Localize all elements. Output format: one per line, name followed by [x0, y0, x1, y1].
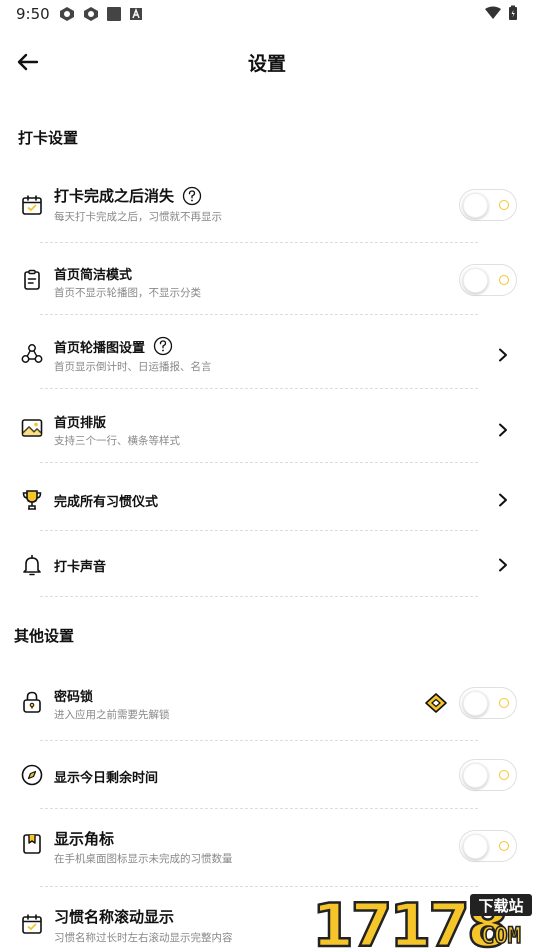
divider: [40, 808, 478, 809]
setting-title: 习惯名称滚动显示: [54, 908, 175, 926]
setting-title: 显示今日剩余时间: [54, 771, 159, 786]
toggle-knob: [463, 833, 488, 859]
vip-diamond-icon: [425, 693, 447, 713]
app-bar: 设置: [0, 40, 534, 84]
wifi-icon: [485, 6, 501, 19]
setting-subtitle: 首页不显示轮播图，不显示分类: [54, 287, 201, 299]
setting-title-text: 打卡完成之后消失: [54, 187, 175, 205]
status-time: 9:50: [16, 5, 50, 23]
calendar-check-icon: [22, 195, 42, 215]
battery-icon: [509, 5, 517, 20]
divider: [40, 388, 478, 389]
toggle-knob: [463, 762, 488, 788]
compass-icon: [21, 764, 43, 786]
page-title: 设置: [247, 53, 286, 75]
toggle-knob: [463, 267, 488, 293]
trophy-icon: [22, 490, 42, 510]
share-nodes-icon: [21, 344, 43, 363]
toggle-off-indicator: [499, 200, 509, 210]
setting-row-badge: 显示角标 在手机桌面图标显示未完成的习惯数量: [0, 820, 534, 876]
divider: [40, 886, 478, 887]
setting-row-layout[interactable]: 首页排版 支持三个一行、横条等样式: [0, 404, 534, 462]
divider: [40, 530, 478, 531]
calendar-check-icon: [22, 914, 42, 934]
setting-subtitle: 支持三个一行、横条等样式: [54, 435, 180, 447]
setting-title: 首页排版: [54, 416, 107, 431]
divider: [40, 462, 478, 463]
setting-row-disappear: 打卡完成之后消失 每天打卡完成之后，习惯就不再显示: [0, 180, 534, 242]
chevron-right-icon: [499, 558, 507, 572]
setting-title: 打卡完成之后消失: [54, 185, 202, 206]
toggle-password[interactable]: [459, 687, 517, 719]
toggle-badge[interactable]: [459, 830, 517, 862]
setting-title: 密码锁: [54, 690, 94, 705]
divider: [40, 314, 478, 315]
toggle-off-indicator: [499, 698, 509, 708]
setting-row-password: 密码锁 进入应用之前需要先解锁: [0, 678, 534, 734]
status-bar: 9:50: [0, 0, 534, 28]
setting-row-sound[interactable]: 打卡声音: [0, 542, 534, 588]
setting-row-ritual[interactable]: 完成所有习惯仪式: [0, 476, 534, 524]
section-title-checkin: 打卡设置: [18, 129, 79, 147]
help-icon[interactable]: [153, 336, 173, 356]
status-system-icons: [484, 5, 518, 21]
toggle-off-indicator: [499, 841, 509, 851]
setting-title-text: 首页轮播图设置: [54, 340, 146, 356]
help-icon[interactable]: [182, 186, 202, 206]
toggle-off-indicator: [499, 770, 509, 780]
setting-title: 首页简洁模式: [54, 268, 133, 283]
watermark-logo: 17178 下载站 COM: [311, 890, 532, 950]
toggle-knob: [463, 192, 488, 218]
toggle-disappear[interactable]: [459, 189, 517, 221]
setting-subtitle: 在手机桌面图标显示未完成的习惯数量: [54, 853, 233, 865]
clipboard-icon: [24, 269, 40, 290]
setting-subtitle: 首页显示倒计时、日运播报、名言: [54, 361, 212, 373]
setting-row-carousel[interactable]: 首页轮播图设置 首页显示倒计时、日运播报、名言: [0, 330, 534, 388]
setting-subtitle: 进入应用之前需要先解锁: [54, 709, 170, 721]
notification-square-icon: [107, 7, 121, 21]
lock-icon: [23, 691, 41, 713]
chevron-right-icon: [499, 348, 507, 362]
setting-subtitle: 每天打卡完成之后，习惯就不再显示: [54, 211, 222, 223]
divider: [40, 740, 478, 741]
toggle-simple-mode[interactable]: [459, 264, 517, 296]
setting-subtitle: 习惯名称过长时左右滚动显示完整内容: [54, 932, 233, 944]
setting-title: 首页轮播图设置: [54, 336, 173, 356]
notification-app-icon: [60, 7, 74, 21]
chevron-right-icon: [499, 493, 507, 507]
toggle-knob: [463, 690, 488, 716]
status-notification-icons: [58, 6, 144, 22]
notification-a-icon: [130, 8, 142, 20]
notification-app-icon: [84, 7, 98, 21]
watermark-suffix: COM: [481, 924, 521, 949]
setting-title: 打卡声音: [54, 560, 107, 575]
bookmark-icon: [23, 834, 41, 854]
bell-icon: [23, 554, 41, 576]
setting-row-remaining: 显示今日剩余时间: [0, 752, 534, 798]
watermark-label: 下载站: [478, 897, 523, 915]
divider: [40, 242, 478, 243]
section-title-other: 其他设置: [14, 627, 75, 645]
chevron-right-icon: [499, 423, 507, 437]
toggle-remaining[interactable]: [459, 759, 517, 791]
image-icon: [21, 419, 43, 437]
setting-title: 完成所有习惯仪式: [54, 495, 159, 510]
setting-row-simple-mode: 首页简洁模式 首页不显示轮播图，不显示分类: [0, 256, 534, 314]
toggle-off-indicator: [499, 275, 509, 285]
divider: [40, 596, 478, 597]
setting-title: 显示角标: [54, 830, 115, 848]
